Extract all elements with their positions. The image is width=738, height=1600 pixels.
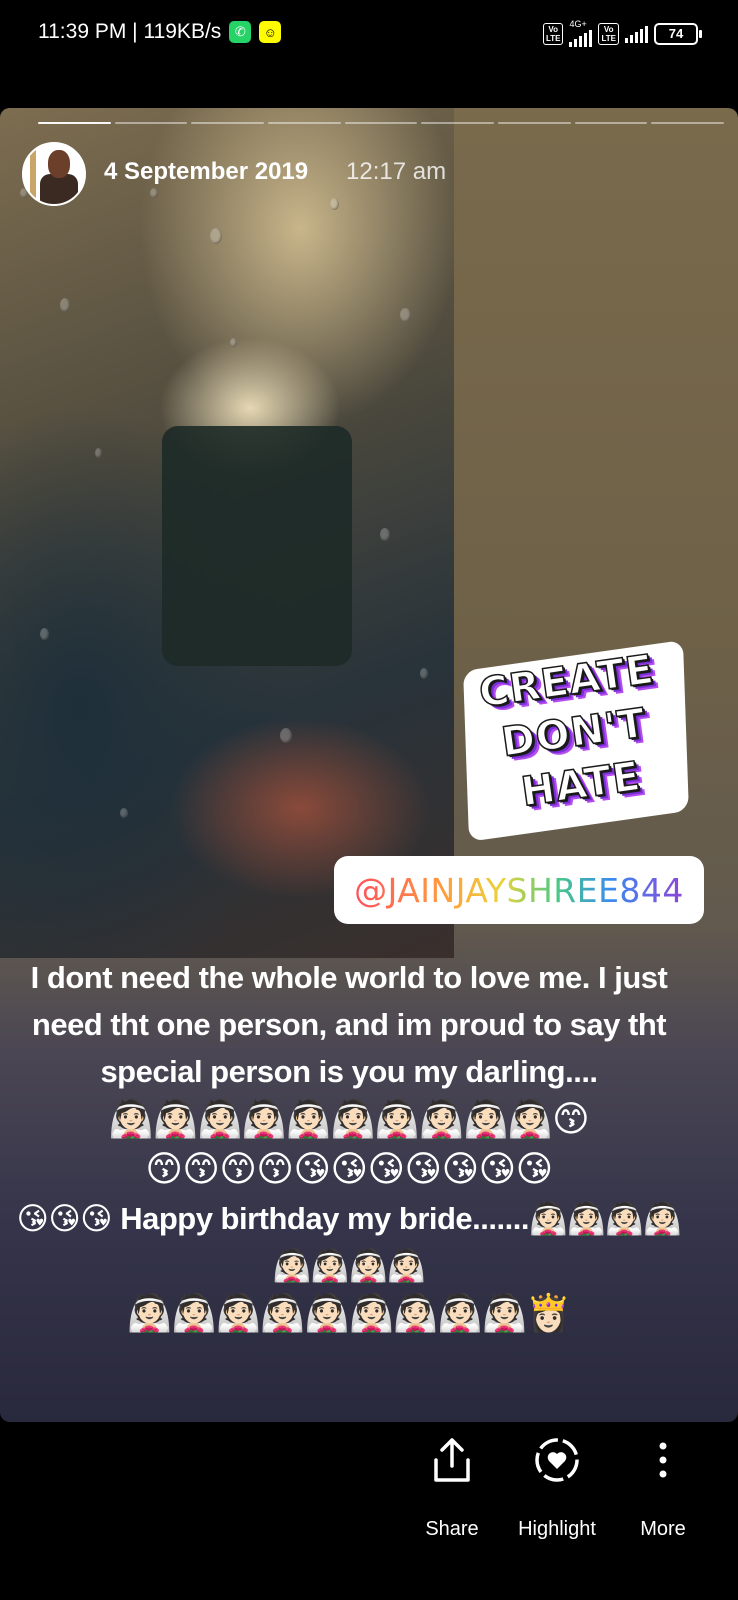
mention-text: @JAINJAYSHREE844 [354,870,684,910]
progress-segment [344,122,418,124]
status-bar: 11:39 PM | 119KB/s ✆ ☺ Vo LTE 4G+ Vo LTE 7… [0,0,738,66]
share-button[interactable]: Share [392,1422,512,1541]
more-label: More [640,1518,686,1540]
caption-greeting: 😘😘😘 Happy birthday my bride.......👰🏻👰🏻👰🏻… [16,1201,682,1283]
status-left: 11:39 PM | 119KB/s ✆ ☺ [38,20,282,44]
status-right: Vo LTE 4G+ Vo LTE 74 [542,20,702,47]
signal-icon [569,29,593,47]
emoji-line-1: 👰🏻👰🏻👰🏻👰🏻👰🏻👰🏻👰🏻👰🏻👰🏻👰🏻😙 [108,1099,590,1140]
create-dont-hate-sticker[interactable]: CREATE DON'T HATE [443,632,707,850]
story-photo [0,108,454,958]
highlight-icon [497,1434,617,1486]
emoji-line-3: 👰🏻👰🏻👰🏻👰🏻👰🏻👰🏻👰🏻👰🏻👰🏻👸🏻 [127,1293,571,1334]
progress-segment [191,122,265,124]
battery-icon: 74 [654,22,702,45]
progress-segment [114,122,188,124]
story-progress-bars [38,122,725,124]
story-time: 12:17 am [346,158,447,185]
progress-segment [651,122,725,124]
caption-text: I dont need the whole world to love me. … [30,960,668,1089]
volte-icon-2: Vo LTE [598,22,619,45]
more-icon [603,1434,723,1486]
snapchat-icon: ☺ [259,21,282,43]
progress-segment [268,122,341,124]
story-caption: I dont need the whole world to love me. … [14,954,684,1339]
progress-segment [38,122,111,124]
highlight-button[interactable]: Highlight [497,1422,617,1541]
progress-segment [498,122,571,124]
more-button[interactable]: More [603,1422,723,1541]
mention-sticker[interactable]: @JAINJAYSHREE844 [334,856,704,924]
progress-segment [421,122,495,124]
story-date: 4 September 2019 [104,158,309,185]
volte-icon: Vo LTE [542,22,564,45]
network-speed: 119KB/s [143,20,222,43]
story-view[interactable]: 4 September 2019 12:17 am CREATE DON'T H… [0,108,738,1422]
share-label: Share [425,1518,479,1540]
emoji-line-2: 😙😙😙😙😘😘😘😘😘😘😘 [145,1149,553,1190]
status-time: 11:39 PM [38,20,127,43]
story-actions-bar: Share Highlight More [0,1422,738,1600]
progress-segment [574,122,648,124]
share-icon [392,1434,512,1486]
phone-in-photo [162,426,352,666]
highlight-label: Highlight [518,1518,596,1540]
battery-level: 74 [668,25,684,41]
network-type: 4G+ [569,20,593,47]
signal-icon-2 [625,25,648,43]
whatsapp-icon: ✆ [229,21,252,43]
avatar[interactable] [22,142,86,206]
